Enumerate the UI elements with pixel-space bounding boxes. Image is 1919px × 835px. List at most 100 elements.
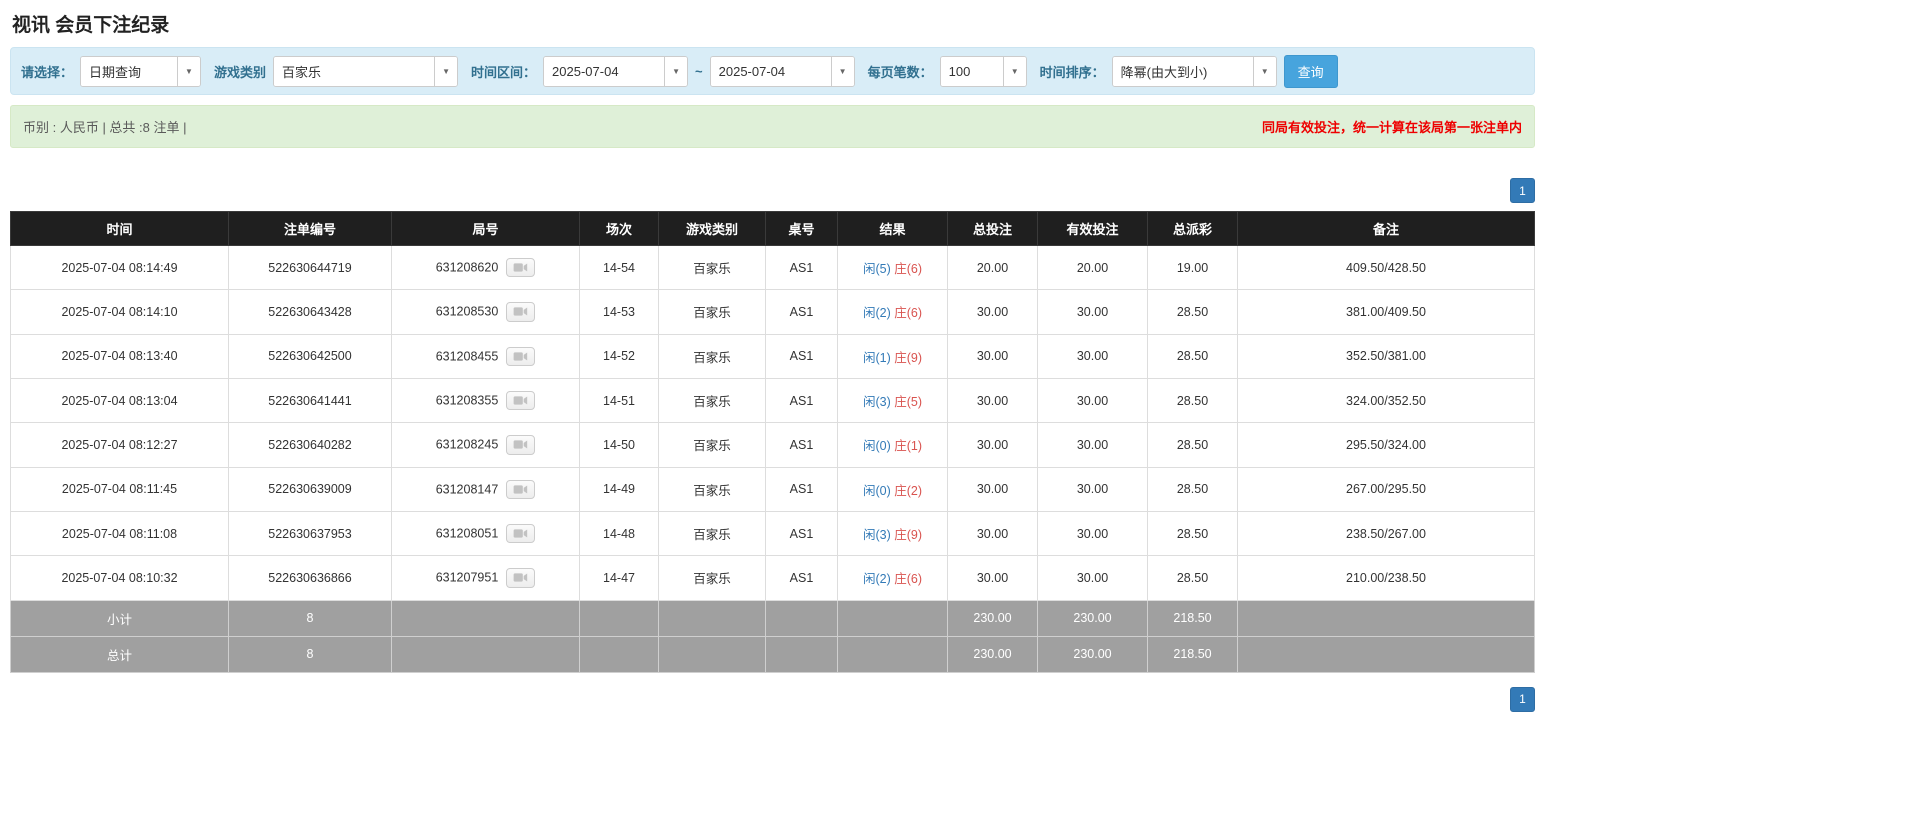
chevron-down-icon[interactable]: ▼ (434, 56, 458, 86)
table-no-cell: AS1 (765, 377, 838, 424)
remark-cell: 352.50/381.00 (1237, 333, 1535, 379)
valid-bet-cell: 30.00 (1037, 555, 1148, 601)
betting-records-table: 时间 注单编号 局号 场次 游戏类别 桌号 结果 总投注 有效投注 总派彩 备注 2025-07-0… (10, 211, 1535, 673)
video-replay-icon[interactable] (506, 346, 536, 366)
page-1-button[interactable]: 1 (1510, 178, 1535, 203)
payout-cell: 28.50 (1147, 289, 1238, 335)
game-type-dropdown[interactable]: ▼ (273, 55, 459, 87)
valid-bet-notice: 同局有效投注，统一计算在该局第一张注单内 (1261, 120, 1522, 135)
video-replay-icon[interactable] (506, 479, 536, 499)
banker-result: 庄(9) (894, 528, 923, 543)
round-id-cell: 631208355 (391, 377, 580, 424)
query-type-dropdown[interactable]: ▼ (80, 55, 202, 87)
banker-result: 庄(9) (894, 350, 923, 365)
payout-cell: 19.00 (1147, 244, 1238, 291)
player-result: 闲(0) (862, 439, 891, 454)
column-header: 桌号 (765, 211, 838, 246)
bet-id-cell: 522630640282 (228, 422, 392, 468)
date-from-input[interactable] (544, 56, 665, 86)
game-type-cell: 百家乐 (658, 377, 766, 424)
column-header: 场次 (579, 211, 659, 246)
column-header: 时间 (10, 211, 229, 246)
query-type-input[interactable] (81, 56, 178, 86)
total-bet-link[interactable]: 30.00 (947, 466, 1038, 512)
table-row: 2025-07-04 08:14:49 522630644719 6312086… (10, 244, 1535, 291)
result-cell: 闲(0) 庄(1) (837, 422, 948, 468)
column-header: 局号 (391, 211, 580, 246)
total-bet-link[interactable]: 20.00 (947, 244, 1038, 291)
result-cell: 闲(0) 庄(2) (837, 466, 948, 512)
valid-bet-cell: 30.00 (1037, 377, 1148, 424)
total-bet-link[interactable]: 30.00 (947, 555, 1038, 601)
total-bet-link[interactable]: 30.00 (947, 422, 1038, 468)
player-result: 闲(2) (862, 572, 891, 587)
table-no-cell: AS1 (765, 466, 838, 512)
footer-cell (579, 599, 659, 637)
table-row: 2025-07-04 08:13:04 522630641441 6312083… (10, 377, 1535, 424)
valid-bet-cell: 30.00 (1037, 333, 1148, 379)
player-result: 闲(2) (862, 306, 891, 321)
video-replay-icon[interactable] (506, 258, 536, 278)
table-row: 2025-07-04 08:13:40 522630642500 6312084… (10, 333, 1535, 379)
page-size-input[interactable] (940, 56, 1003, 86)
table-row: 2025-07-04 08:11:08 522630637953 6312080… (10, 510, 1535, 557)
video-replay-icon[interactable] (506, 302, 536, 322)
session-cell: 14-48 (579, 510, 659, 557)
valid-bet-cell: 30.00 (1037, 510, 1148, 557)
bet-id-cell: 522630639009 (228, 466, 392, 512)
page-1-button[interactable]: 1 (1510, 686, 1535, 712)
round-id-cell: 631208620 (391, 244, 580, 291)
total-bet-link[interactable]: 30.00 (947, 333, 1038, 379)
date-to-picker[interactable]: ▼ (709, 55, 855, 87)
chevron-down-icon[interactable]: ▼ (664, 56, 688, 86)
date-range-tilde: ~ (695, 63, 703, 79)
video-replay-icon[interactable] (506, 523, 536, 544)
result-cell: 闲(2) 庄(6) (837, 289, 948, 335)
table-no-cell: AS1 (765, 510, 838, 557)
table-no-cell: AS1 (765, 422, 838, 468)
column-header: 游戏类别 (658, 211, 766, 246)
sort-order-input[interactable] (1112, 56, 1253, 86)
total-bet-link[interactable]: 30.00 (947, 510, 1038, 557)
round-id-cell: 631208147 (391, 466, 580, 512)
time-cell: 2025-07-04 08:10:32 (10, 555, 229, 601)
total-bet-link[interactable]: 30.00 (947, 289, 1038, 335)
session-cell: 14-53 (579, 289, 659, 335)
subtotal-valid-bet: 230.00 (1037, 599, 1148, 637)
chevron-down-icon[interactable]: ▼ (1252, 56, 1276, 86)
column-header: 注单编号 (228, 211, 392, 246)
total-bet-link[interactable]: 30.00 (947, 377, 1038, 424)
subtotal-row: 小计 8 230.00 230.00 218.50 (10, 599, 1535, 637)
time-cell: 2025-07-04 08:14:49 (10, 244, 229, 291)
search-button[interactable]: 查询 (1283, 54, 1338, 88)
video-replay-icon[interactable] (506, 390, 536, 411)
game-type-cell: 百家乐 (658, 510, 766, 557)
video-replay-icon[interactable] (506, 435, 536, 455)
chevron-down-icon[interactable]: ▼ (177, 56, 201, 86)
table-footer: 小计 8 230.00 230.00 218.50 总计 8 230.00 23… (10, 599, 1535, 673)
result-cell: 闲(3) 庄(5) (837, 377, 948, 424)
chevron-down-icon[interactable]: ▼ (830, 56, 854, 86)
time-cell: 2025-07-04 08:12:27 (10, 422, 229, 468)
game-type-input[interactable] (274, 56, 435, 86)
footer-cell (837, 599, 948, 637)
chevron-down-icon[interactable]: ▼ (1002, 56, 1026, 86)
table-no-cell: AS1 (765, 555, 838, 601)
sort-order-dropdown[interactable]: ▼ (1111, 55, 1277, 87)
session-cell: 14-49 (579, 466, 659, 512)
page-title: 视讯 会员下注纪录 (12, 15, 170, 36)
game-type-cell: 百家乐 (658, 333, 766, 379)
table-row: 2025-07-04 08:12:27 522630640282 6312082… (10, 422, 1535, 468)
column-header: 有效投注 (1037, 211, 1148, 246)
time-cell: 2025-07-04 08:13:04 (10, 377, 229, 424)
player-result: 闲(3) (862, 528, 891, 543)
page-size-dropdown[interactable]: ▼ (939, 55, 1027, 87)
remark-cell: 295.50/324.00 (1237, 422, 1535, 468)
date-from-picker[interactable]: ▼ (543, 55, 689, 87)
date-to-input[interactable] (710, 56, 831, 86)
banker-result: 庄(2) (894, 483, 923, 498)
pagination-top: 1 (10, 178, 1535, 203)
time-cell: 2025-07-04 08:11:45 (10, 466, 229, 512)
remark-cell: 238.50/267.00 (1237, 510, 1535, 557)
video-replay-icon[interactable] (506, 568, 536, 588)
